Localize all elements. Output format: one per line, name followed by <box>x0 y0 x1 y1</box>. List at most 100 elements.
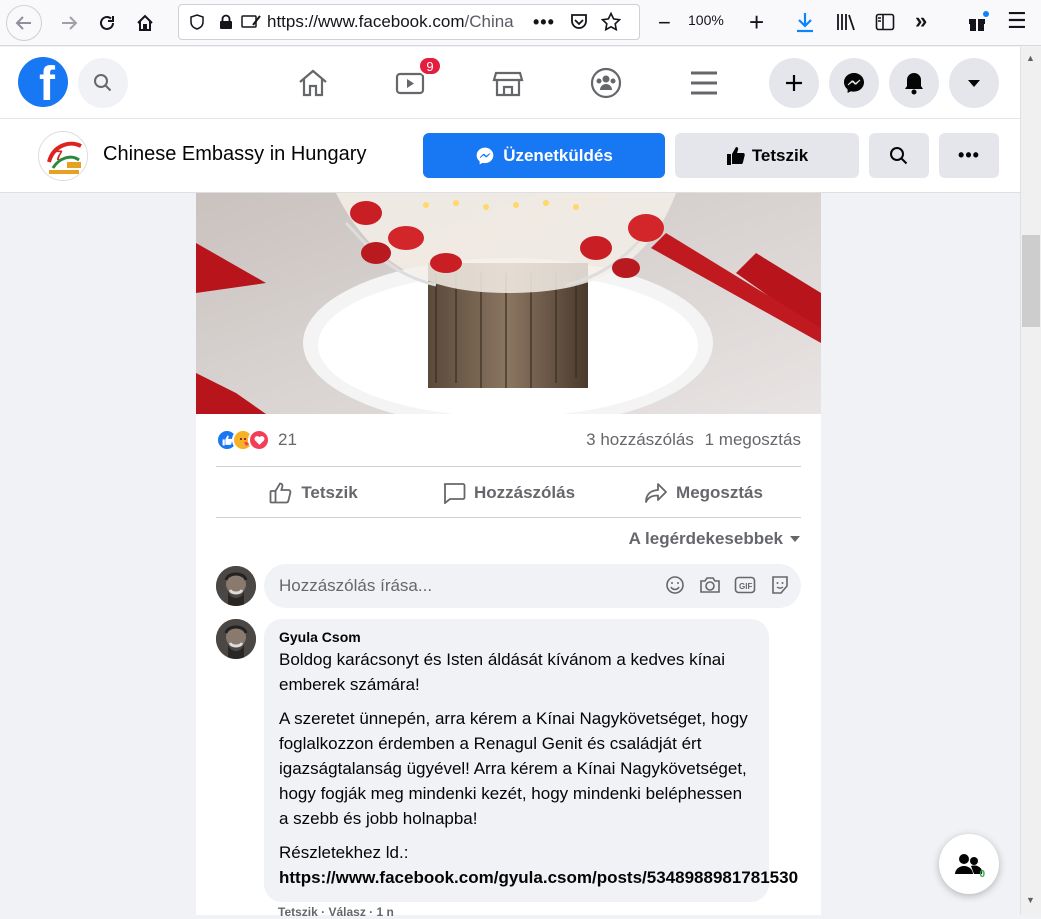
emoji-icon[interactable] <box>663 573 686 596</box>
comment-bubble: Gyula Csom Boldog karácsonyt és Isten ál… <box>264 619 798 902</box>
like-post-button[interactable]: Tetszik <box>216 470 411 516</box>
gift-icon[interactable] <box>967 11 989 33</box>
comment-author[interactable]: Gyula Csom <box>279 629 754 645</box>
post-photo[interactable] <box>196 193 821 414</box>
thumbs-up-outline-icon <box>269 482 292 504</box>
bell-icon <box>905 73 923 95</box>
hamburger-icon <box>691 71 717 95</box>
overflow-menu-icon[interactable]: » <box>915 8 927 34</box>
svg-text:GIF: GIF <box>739 582 752 591</box>
commenter-avatar[interactable] <box>216 619 256 659</box>
home-button[interactable] <box>130 8 160 38</box>
url-bar[interactable]: https://www.facebook.com/China ••• <box>178 4 640 40</box>
svg-text:7: 7 <box>55 147 63 163</box>
watch-notification-badge: 9 <box>418 56 442 76</box>
current-user-avatar[interactable] <box>216 566 256 606</box>
account-button[interactable] <box>949 58 999 108</box>
cake-photo-image <box>196 193 821 414</box>
browser-toolbar: https://www.facebook.com/China ••• − 100… <box>0 0 1041 46</box>
nav-menu-tab[interactable] <box>684 63 724 103</box>
comment-sort-dropdown[interactable]: A legérdekesebbek <box>629 529 801 549</box>
zoom-in-button[interactable]: + <box>749 7 764 38</box>
like-page-button[interactable]: Tetszik <box>675 133 859 178</box>
page-actions-icon[interactable]: ••• <box>533 12 555 33</box>
reaction-count: 21 <box>278 430 297 449</box>
gif-icon[interactable]: GIF <box>733 573 756 596</box>
search-icon <box>94 74 112 92</box>
engagement-counts: 3 hozzászólás 1 megosztás <box>586 430 801 450</box>
comment-tools: GIF <box>663 573 791 596</box>
bookmark-star-icon[interactable] <box>600 12 621 32</box>
comment-link[interactable]: https://www.facebook.com/gyula.csom/post… <box>279 868 798 887</box>
post-stats: 21 3 hozzászólás 1 megosztás <box>216 427 801 453</box>
camera-icon[interactable] <box>698 573 721 596</box>
app-menu-icon[interactable]: ☰ <box>1007 8 1027 34</box>
page-more-button[interactable]: ••• <box>939 133 999 178</box>
nav-home-tab[interactable] <box>293 63 333 103</box>
comment-paragraph-3: Részletekhez ld.: https://www.facebook.c… <box>279 840 798 890</box>
messenger-icon <box>476 147 494 164</box>
messenger-icon <box>844 73 864 93</box>
page-search-button[interactable] <box>869 133 929 178</box>
send-message-label: Üzenetküldés <box>503 145 613 165</box>
sidebar-icon[interactable] <box>875 12 895 32</box>
zoom-level[interactable]: 100% <box>688 12 724 28</box>
send-message-button[interactable]: Üzenetküldés <box>423 133 665 178</box>
post-card: 21 3 hozzászólás 1 megosztás Tetszik Hoz… <box>196 193 821 919</box>
comments-count-link[interactable]: 3 hozzászólás <box>586 430 694 449</box>
arrow-right-icon <box>62 15 78 30</box>
caret-down-icon <box>968 80 980 87</box>
thumbs-up-icon <box>726 146 745 165</box>
pocket-icon[interactable] <box>569 12 589 32</box>
zoom-out-button[interactable]: − <box>658 10 671 36</box>
nav-groups-tab[interactable] <box>586 63 626 103</box>
page-avatar[interactable]: 7 <box>38 131 88 181</box>
facebook-search-button[interactable] <box>78 58 128 108</box>
share-arrow-icon <box>645 483 667 503</box>
messenger-button[interactable] <box>829 58 879 108</box>
scrollbar-thumb[interactable] <box>1022 235 1040 327</box>
nav-marketplace-tab[interactable] <box>488 63 528 103</box>
user-photo-image <box>216 566 256 606</box>
facebook-logo[interactable]: f <box>18 57 68 107</box>
marketplace-icon <box>492 71 524 97</box>
comment-bubble-icon <box>443 483 466 504</box>
embassy-logo-icon: 7 <box>40 133 87 180</box>
library-icon[interactable] <box>836 12 856 32</box>
actions-divider <box>216 517 801 518</box>
shares-count-link[interactable]: 1 megosztás <box>705 430 801 449</box>
reload-icon <box>100 15 114 30</box>
page-scrollbar[interactable]: ▲ ▼ <box>1020 47 1041 915</box>
reload-button[interactable] <box>92 8 122 38</box>
search-icon <box>890 146 908 164</box>
create-button[interactable] <box>769 58 819 108</box>
contacts-button[interactable]: 0 <box>939 834 999 894</box>
home-icon <box>137 14 153 31</box>
url-text: https://www.facebook.com/China <box>267 12 514 31</box>
like-post-label: Tetszik <box>301 483 358 502</box>
notifications-button[interactable] <box>889 58 939 108</box>
caret-down-icon <box>790 536 800 542</box>
share-post-button[interactable]: Megosztás <box>606 470 801 516</box>
love-reaction-icon <box>248 429 270 451</box>
stats-divider <box>216 466 801 467</box>
home-icon <box>299 69 327 97</box>
plus-icon <box>786 75 802 91</box>
post-actions: Tetszik Hozzászólás Megosztás <box>216 470 801 516</box>
download-icon[interactable] <box>795 11 815 33</box>
share-post-label: Megosztás <box>676 483 763 502</box>
like-page-label: Tetszik <box>751 145 809 165</box>
back-button[interactable] <box>6 4 42 41</box>
permissions-icon <box>241 15 261 28</box>
arrow-left-icon <box>15 15 31 30</box>
forward-button[interactable] <box>54 8 84 38</box>
comment-actions[interactable]: Tetszik · Válasz · 1 n <box>278 905 394 919</box>
page-title[interactable]: Chinese Embassy in Hungary <box>103 143 366 166</box>
comment-sort-label: A legérdekesebbek <box>628 529 783 548</box>
sticker-icon[interactable] <box>768 573 791 596</box>
reactions-summary[interactable]: 21 <box>216 429 297 451</box>
scroll-down-icon[interactable]: ▼ <box>1026 895 1036 905</box>
comment-paragraph-1: Boldog karácsonyt és Isten áldását kíván… <box>279 650 726 694</box>
scroll-up-icon[interactable]: ▲ <box>1026 53 1036 63</box>
comment-post-button[interactable]: Hozzászólás <box>411 470 606 516</box>
